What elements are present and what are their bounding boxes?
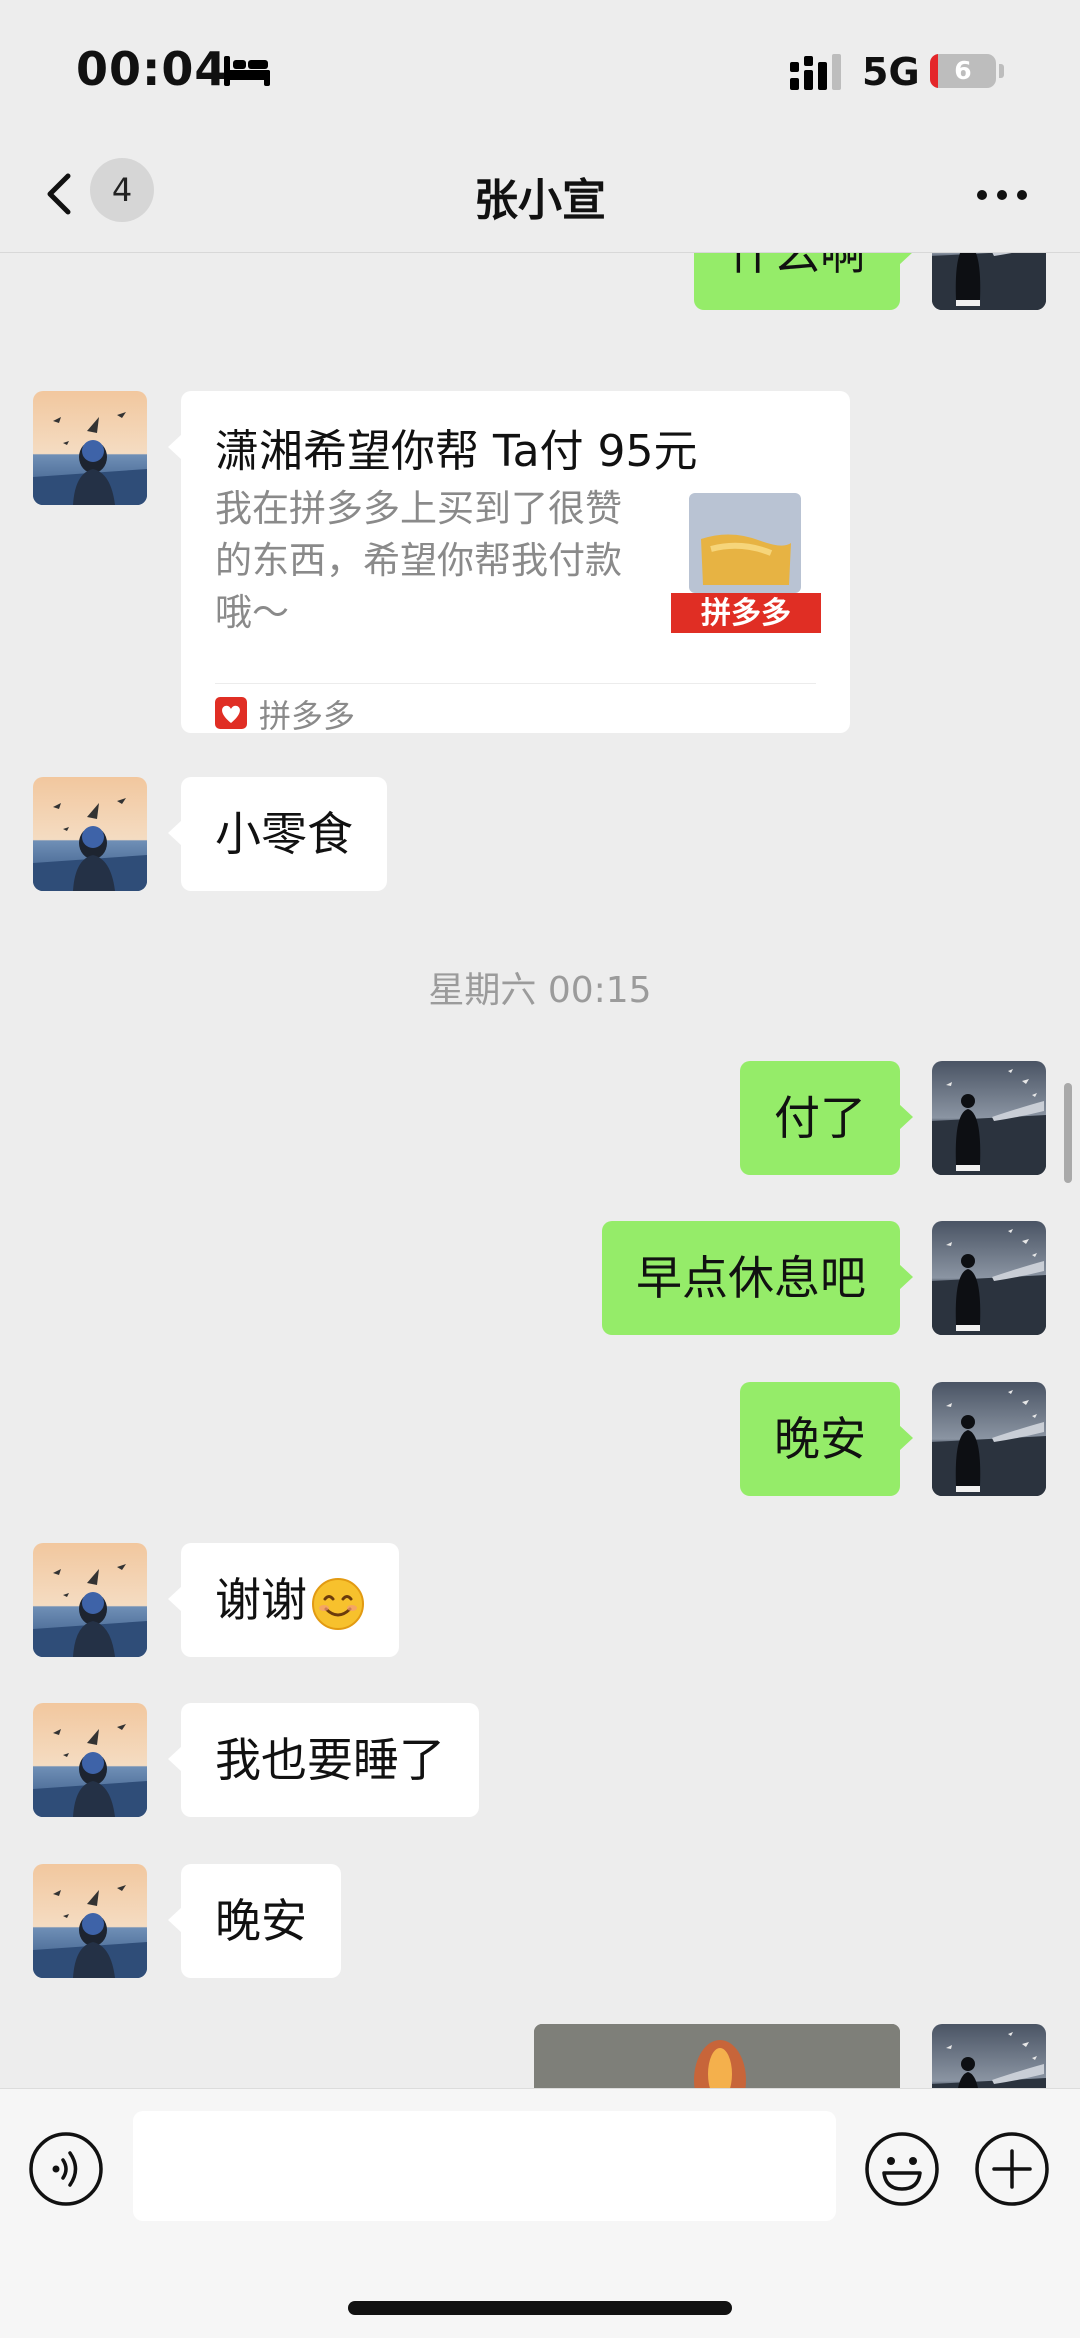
message-bubble-sent[interactable]: 晚安: [740, 1382, 913, 1496]
product-thumbnail: 拼多多: [671, 493, 821, 633]
plus-circle-icon[interactable]: [974, 2131, 1050, 2207]
time-divider: 星期六 00:15: [428, 970, 652, 1011]
avatar-contact[interactable]: [33, 777, 147, 891]
more-dots-icon[interactable]: [972, 170, 1032, 220]
chat-title: 张小宣: [474, 175, 606, 226]
network-type: 5G: [862, 50, 920, 94]
battery-percent: 6: [954, 56, 972, 85]
emoji-icon[interactable]: [864, 2131, 940, 2207]
signal-bars-icon: [790, 54, 841, 90]
message-text: 我也要睡了: [215, 1733, 445, 1787]
message-bubble-received[interactable]: 我也要睡了: [168, 1703, 479, 1817]
message-text: 什么啊: [728, 253, 866, 280]
image-message[interactable]: [534, 2024, 900, 2088]
pinduoduo-logo-icon: [215, 697, 247, 729]
chat-header: 4 张小宣: [0, 140, 1080, 253]
image-preview: [534, 2024, 900, 2088]
avatar-self[interactable]: [932, 1061, 1046, 1175]
battery-tip: [999, 64, 1004, 78]
home-indicator[interactable]: [348, 2301, 732, 2315]
avatar-contact[interactable]: [33, 1543, 147, 1657]
message-bubble-sent[interactable]: 什么啊: [694, 253, 913, 310]
card-divider: [215, 683, 816, 684]
avatar-contact[interactable]: [33, 391, 147, 505]
avatar-self[interactable]: [932, 2024, 1046, 2088]
voice-icon[interactable]: [28, 2131, 104, 2207]
input-bar: [0, 2088, 1080, 2338]
avatar-contact[interactable]: [33, 1864, 147, 1978]
message-text: 付了: [774, 1091, 866, 1145]
message-list[interactable]: 什么啊 潇湘希望你帮 Ta付 95元 我在拼多多上买到了很赞的东西，希望你帮我付…: [0, 253, 1080, 2088]
message-bubble-received[interactable]: 晚安: [168, 1864, 341, 1978]
smile-emoji-icon: [312, 1577, 364, 1630]
message-text: 晚安: [774, 1412, 866, 1466]
payment-request-card[interactable]: 潇湘希望你帮 Ta付 95元 我在拼多多上买到了很赞的东西，希望你帮我付款哦～ …: [168, 391, 850, 735]
message-bubble-sent[interactable]: 早点休息吧: [602, 1221, 913, 1335]
bed-icon: [224, 56, 270, 86]
avatar-self[interactable]: [932, 1382, 1046, 1496]
message-text: 早点休息吧: [636, 1251, 866, 1305]
message-bubble-received[interactable]: 小零食: [168, 777, 387, 891]
message-text: 小零食: [215, 807, 353, 861]
card-title: 潇湘希望你帮 Ta付 95元: [215, 426, 698, 477]
card-source: 拼多多: [259, 697, 356, 735]
card-description: 我在拼多多上买到了很赞的东西，希望你帮我付款哦～: [215, 487, 622, 634]
battery-indicator: 6: [930, 54, 996, 88]
avatar-contact[interactable]: [33, 1703, 147, 1817]
message-text: 晚安: [215, 1894, 307, 1948]
status-bar: 00:04 5G 6: [0, 0, 1080, 140]
status-time: 00:04: [76, 42, 228, 96]
scroll-indicator[interactable]: [1064, 1083, 1072, 1183]
avatar-self[interactable]: [932, 253, 1046, 310]
avatar-self[interactable]: [932, 1221, 1046, 1335]
message-bubble-received[interactable]: 谢谢: [168, 1543, 399, 1657]
message-input[interactable]: [133, 2111, 836, 2221]
message-text: 谢谢: [215, 1573, 307, 1627]
message-bubble-sent[interactable]: 付了: [740, 1061, 913, 1175]
thumb-label: 拼多多: [701, 596, 791, 631]
